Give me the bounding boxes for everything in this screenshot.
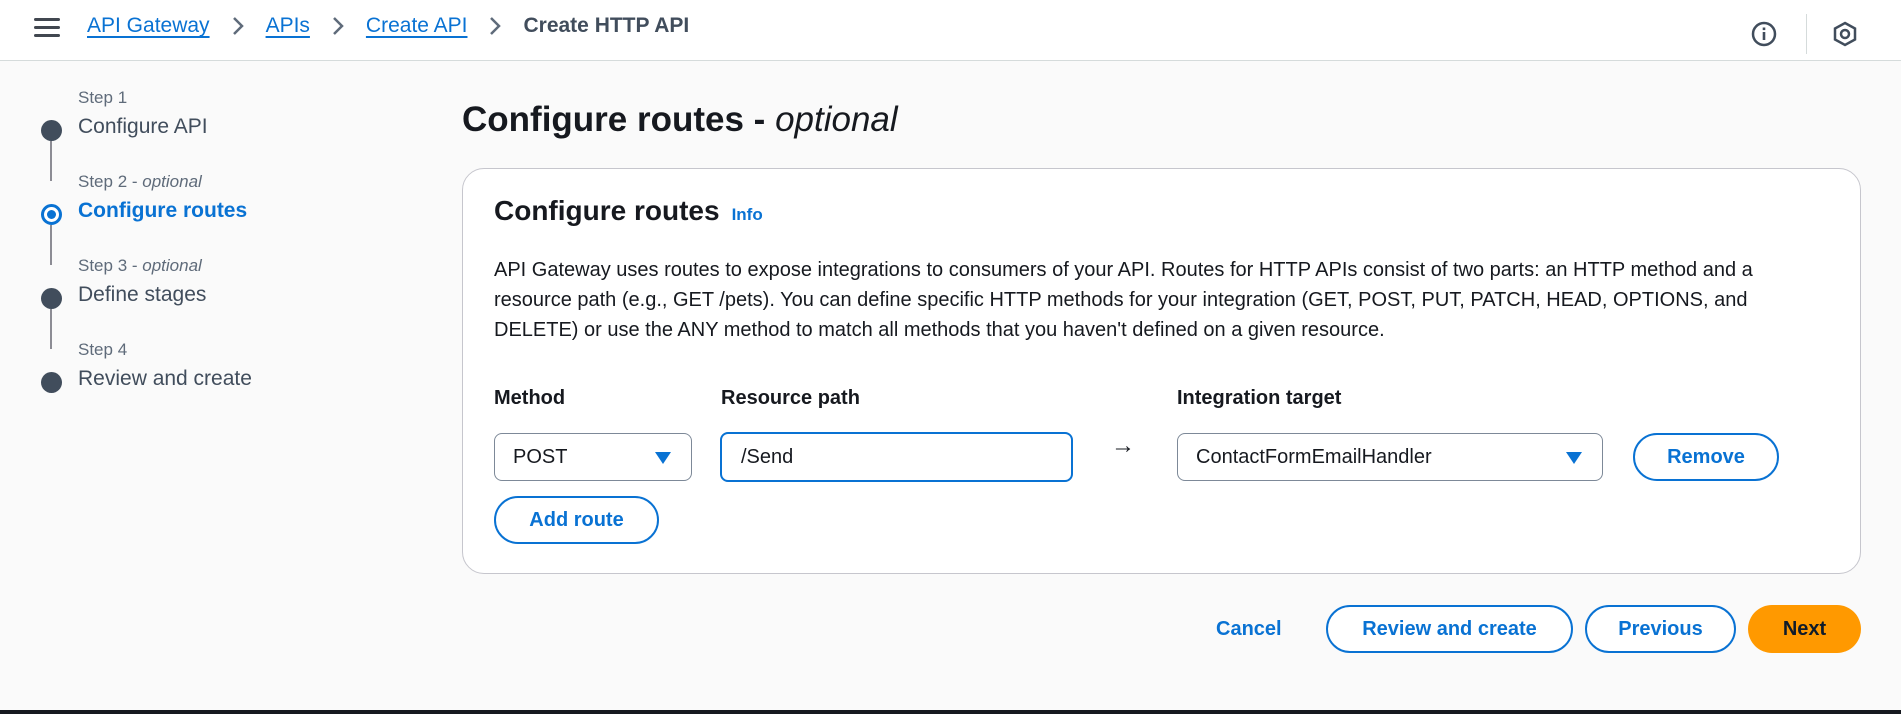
wizard-steps: Step 1 Configure API Step 2 - optional C… [30,84,390,420]
previous-button[interactable]: Previous [1585,605,1736,653]
integration-target-label: Integration target [1177,387,1342,409]
window-bottom-edge [0,710,1901,714]
chevron-right-icon [232,16,244,36]
next-button[interactable]: Next [1748,605,1861,653]
breadcrumb: API Gateway APIs Create API Create HTTP … [87,14,689,38]
step-active-dot-icon [41,204,62,225]
step-2[interactable]: Step 2 - optional Configure routes [30,168,390,265]
step-number: Step 4 [78,340,128,359]
step-number: Step 2 - optional [78,172,202,191]
integration-target-select[interactable]: ContactFormEmailHandler [1177,433,1603,481]
method-label: Method [494,387,566,409]
step-dot-icon [41,120,62,141]
breadcrumb-apis[interactable]: APIs [266,14,310,38]
integration-target-value: ContactFormEmailHandler [1196,445,1432,468]
resource-path-label: Resource path [721,387,860,409]
step-title[interactable]: Configure API [78,115,208,139]
info-link[interactable]: Info [732,205,763,225]
step-title[interactable]: Review and create [78,367,252,391]
configure-routes-panel: Configure routes Info API Gateway uses r… [462,168,1861,574]
step-1[interactable]: Step 1 Configure API [30,84,390,181]
step-number: Step 1 [78,88,128,107]
remove-route-button[interactable]: Remove [1633,433,1779,481]
hamburger-menu-icon[interactable] [34,18,60,40]
info-circle-icon[interactable] [1748,18,1780,50]
step-dot-icon [41,288,62,309]
page-title: Configure routes - optional [462,100,898,139]
breadcrumb-api-gateway[interactable]: API Gateway [87,14,210,38]
step-number: Step 3 - optional [78,256,202,275]
breadcrumb-current: Create HTTP API [523,14,690,37]
arrow-right-icon: → [1111,432,1135,459]
review-and-create-button[interactable]: Review and create [1326,605,1573,653]
hexagon-gear-icon[interactable] [1829,18,1861,50]
step-3[interactable]: Step 3 - optional Define stages [30,252,390,349]
caret-down-icon [655,452,671,464]
panel-header: Configure routes Info [494,195,763,227]
chevron-right-icon [489,16,502,36]
panel-description: API Gateway uses routes to expose integr… [494,259,1753,341]
step-title: Configure routes [78,199,248,222]
panel-title: Configure routes [494,195,720,226]
cancel-button[interactable]: Cancel [1216,618,1282,641]
resource-path-value: /Send [741,445,794,468]
method-select-value: POST [513,445,568,468]
resource-path-input[interactable]: /Send [720,432,1073,482]
step-title[interactable]: Define stages [78,283,206,307]
method-select[interactable]: POST [494,433,692,481]
add-route-button[interactable]: Add route [494,496,659,544]
top-navigation-bar: API Gateway APIs Create API Create HTTP … [0,0,1901,61]
caret-down-icon [1566,452,1582,464]
step-4[interactable]: Step 4 Review and create [30,336,390,420]
step-dot-icon [41,372,62,393]
divider [1806,14,1807,54]
top-icons [1748,14,1861,54]
breadcrumb-create-api[interactable]: Create API [366,14,468,38]
chevron-right-icon [332,16,344,36]
